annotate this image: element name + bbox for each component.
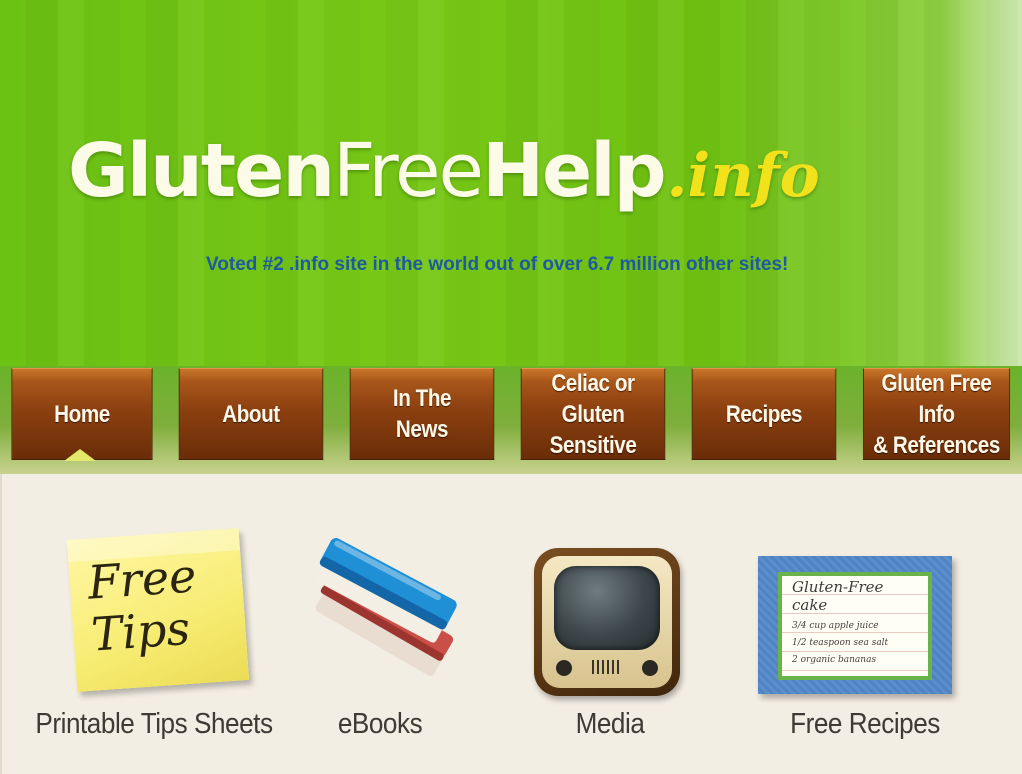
main-nav: Home About In The News Celiac or Gluten … <box>0 366 1022 474</box>
nav-in-the-news-label: In The News <box>392 385 452 443</box>
logo-word-help: Help <box>482 128 666 214</box>
nav-about-label: About <box>222 400 280 428</box>
nav-home-label: Home <box>54 400 110 428</box>
feature-label: Printable Tips Sheets <box>35 708 273 740</box>
recipe-card-line: 1/2 teaspoon sea salt <box>792 638 889 648</box>
logo-word-info: .info <box>666 141 820 211</box>
recipe-card-icon[interactable]: Gluten-Free cake 3/4 cup apple juice 1/2… <box>758 556 952 694</box>
nav-gluten-free-info-label: Gluten Free Info & References <box>873 369 1000 459</box>
recipe-card-line: 3/4 cup apple juice <box>792 621 879 631</box>
tv-speaker-grill <box>592 660 622 674</box>
active-nav-pointer-icon <box>64 449 96 461</box>
nav-celiac-label: Celiac or Gluten Sensitive <box>549 369 637 459</box>
sticky-note-text: Free Tips <box>86 548 198 662</box>
feature-label: eBooks <box>337 708 423 740</box>
nav-recipes-label: Recipes <box>725 400 803 428</box>
site-header: Gluten Free Help .info Voted #2 .info si… <box>0 0 1022 368</box>
tv-bezel <box>542 556 672 688</box>
site-tagline: Voted #2 .info site in the world out of … <box>206 254 789 275</box>
feature-section: Printable Tips Sheets Free Tips eBooks M… <box>0 474 1022 774</box>
nav-home[interactable]: Home <box>11 368 153 460</box>
logo-word-free: Free <box>333 128 484 214</box>
content-divider <box>0 474 2 774</box>
tv-screen <box>554 566 660 650</box>
nav-in-the-news[interactable]: In The News <box>349 368 495 460</box>
feature-label: Media <box>575 708 645 740</box>
recipe-card-line: 2 organic bananas <box>792 655 877 665</box>
nav-celiac-or-gluten-sensitive[interactable]: Celiac or Gluten Sensitive <box>520 368 666 460</box>
nav-gluten-free-info[interactable]: Gluten Free Info & References <box>862 368 1011 460</box>
site-logo[interactable]: Gluten Free Help .info <box>68 128 820 228</box>
nav-recipes[interactable]: Recipes <box>691 368 837 460</box>
sticky-note-icon[interactable]: Free Tips <box>66 528 250 692</box>
recipe-card-title: Gluten-Free cake <box>792 578 884 614</box>
tv-knob-icon <box>556 660 572 676</box>
feature-label: Free Recipes <box>790 708 940 740</box>
logo-word-gluten: Gluten <box>68 128 335 214</box>
header-shade <box>942 0 1022 368</box>
recipe-card-paper: Gluten-Free cake 3/4 cup apple juice 1/2… <box>778 572 932 680</box>
tv-knob-icon <box>642 660 658 676</box>
nav-about[interactable]: About <box>178 368 324 460</box>
tv-icon[interactable] <box>534 548 680 696</box>
books-icon[interactable] <box>296 528 470 692</box>
